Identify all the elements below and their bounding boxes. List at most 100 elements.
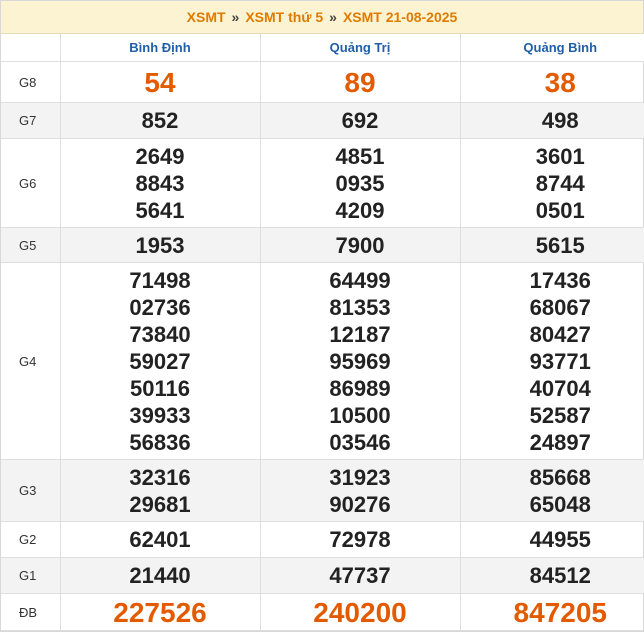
prize-number: 73840 xyxy=(129,321,191,347)
prize-cell: 1953 xyxy=(60,227,261,263)
prize-number: 64499 xyxy=(329,267,391,293)
prize-cell: 31923 90276 xyxy=(260,459,461,522)
prize-number: 02736 xyxy=(129,294,191,320)
prize-cell: 62401 xyxy=(60,521,261,558)
prize-cell: 847205 xyxy=(460,593,644,631)
prize-number: 31923 xyxy=(329,464,391,490)
prize-number: 71498 xyxy=(129,267,191,293)
prize-label: G8 xyxy=(1,61,61,103)
prize-number: 4851 xyxy=(335,143,385,169)
prize-number: 95969 xyxy=(329,348,391,374)
prize-number: 50116 xyxy=(130,375,190,401)
results-table: Bình Định Quảng Trị Quảng Bình G8 54 89 38 G… xyxy=(1,34,644,631)
prize-number: 7900 xyxy=(335,232,385,258)
prize-cell: 692 xyxy=(260,102,461,139)
prize-cell: 72978 xyxy=(260,521,461,558)
prize-label: G3 xyxy=(1,459,61,522)
province-header[interactable]: Quảng Trị xyxy=(260,34,461,62)
prize-number: 8843 xyxy=(135,170,185,196)
prize-number: 5641 xyxy=(135,197,185,223)
prize-number: 65048 xyxy=(529,491,591,517)
prize-number: 52587 xyxy=(529,402,591,428)
results-panel: XSMT » XSMT thứ 5 » XSMT 21-08-2025 Bình… xyxy=(0,0,644,632)
prize-row: G2 62401 72978 44955 xyxy=(1,521,644,558)
prize-cell: 17436 68067 80427 93771 40704 52587 24897 xyxy=(460,262,644,460)
prize-number: 240200 xyxy=(313,596,407,628)
prize-label: G5 xyxy=(1,227,61,263)
prize-number: 72978 xyxy=(329,527,391,552)
prize-number: 5615 xyxy=(535,232,585,258)
prize-cell: 54 xyxy=(60,61,261,103)
prize-number: 54 xyxy=(144,66,176,98)
prize-cell: 21440 xyxy=(60,557,261,594)
prize-number: 90276 xyxy=(329,491,391,517)
prize-cell: 4851 0935 4209 xyxy=(260,138,461,228)
prize-number: 852 xyxy=(141,108,179,133)
prize-cell: 84512 xyxy=(460,557,644,594)
prize-label: ĐB xyxy=(1,593,61,631)
prize-cell: 240200 xyxy=(260,593,461,631)
prize-cell: 47737 xyxy=(260,557,461,594)
prize-number: 40704 xyxy=(529,375,591,401)
prize-number: 85668 xyxy=(529,464,591,490)
prize-number: 0501 xyxy=(535,197,585,223)
prize-cell: 852 xyxy=(60,102,261,139)
prize-row: G6 2649 8843 5641 4851 0935 4209 3601 8744 0501 xyxy=(1,138,644,228)
prize-number: 29681 xyxy=(129,491,191,517)
breadcrumb-link-weekday[interactable]: XSMT thứ 5 xyxy=(245,9,323,25)
province-header[interactable]: Bình Định xyxy=(60,34,261,62)
prize-cell: 7900 xyxy=(260,227,461,263)
breadcrumb: XSMT » XSMT thứ 5 » XSMT 21-08-2025 xyxy=(1,1,643,34)
breadcrumb-link-xsmt[interactable]: XSMT xyxy=(187,9,226,25)
prize-number: 8744 xyxy=(535,170,585,196)
prize-cell: 227526 xyxy=(60,593,261,631)
prize-number: 84512 xyxy=(529,563,591,588)
prize-cell: 71498 02736 73840 59027 50116 39933 56836 xyxy=(60,262,261,460)
prize-number: 80427 xyxy=(529,321,591,347)
prize-cell: 2649 8843 5641 xyxy=(60,138,261,228)
prize-number: 47737 xyxy=(329,563,391,588)
prize-row: G1 21440 47737 84512 xyxy=(1,557,644,594)
prize-number: 0935 xyxy=(335,170,385,196)
prize-number: 1953 xyxy=(135,232,185,258)
prize-number: 847205 xyxy=(513,596,607,628)
prize-number: 86989 xyxy=(329,375,391,401)
prize-number: 62401 xyxy=(129,527,191,552)
prize-row: G5 1953 7900 5615 xyxy=(1,227,644,263)
prize-number: 81353 xyxy=(329,294,391,320)
prize-number: 89 xyxy=(344,66,376,98)
prize-cell: 38 xyxy=(460,61,644,103)
prize-label: G1 xyxy=(1,557,61,594)
prize-cell: 32316 29681 xyxy=(60,459,261,522)
prize-number: 692 xyxy=(341,108,379,133)
prize-row: G8 54 89 38 xyxy=(1,61,644,103)
prize-number: 32316 xyxy=(129,464,191,490)
prize-number: 3601 xyxy=(535,143,585,169)
prize-number: 59027 xyxy=(129,348,191,374)
prize-number: 17436 xyxy=(529,267,591,293)
prize-label: G7 xyxy=(1,102,61,139)
prize-number: 38 xyxy=(544,66,576,98)
prize-cell: 3601 8744 0501 xyxy=(460,138,644,228)
prize-label: G6 xyxy=(1,138,61,228)
prize-number: 39933 xyxy=(129,402,191,428)
prize-number: 68067 xyxy=(529,294,591,320)
prize-column-header xyxy=(1,34,61,62)
prize-number: 227526 xyxy=(113,596,207,628)
prize-cell: 89 xyxy=(260,61,461,103)
prize-number: 56836 xyxy=(129,429,191,455)
prize-number: 03546 xyxy=(329,429,391,455)
prize-number: 24897 xyxy=(529,429,591,455)
prize-row: ĐB 227526 240200 847205 xyxy=(1,593,644,631)
prize-cell: 44955 xyxy=(460,521,644,558)
prize-number: 12187 xyxy=(329,321,391,347)
prize-number: 10500 xyxy=(329,402,391,428)
prize-row: G4 71498 02736 73840 59027 50116 39933 56836 644… xyxy=(1,262,644,460)
prize-row: G3 32316 29681 31923 90276 85668 65048 xyxy=(1,459,644,522)
breadcrumb-link-date[interactable]: XSMT 21-08-2025 xyxy=(343,9,457,25)
prize-label: G4 xyxy=(1,262,61,460)
province-header[interactable]: Quảng Bình xyxy=(460,34,644,62)
prize-number: 21440 xyxy=(129,563,191,588)
breadcrumb-separator: » xyxy=(329,9,337,25)
prize-number: 44955 xyxy=(529,527,591,552)
